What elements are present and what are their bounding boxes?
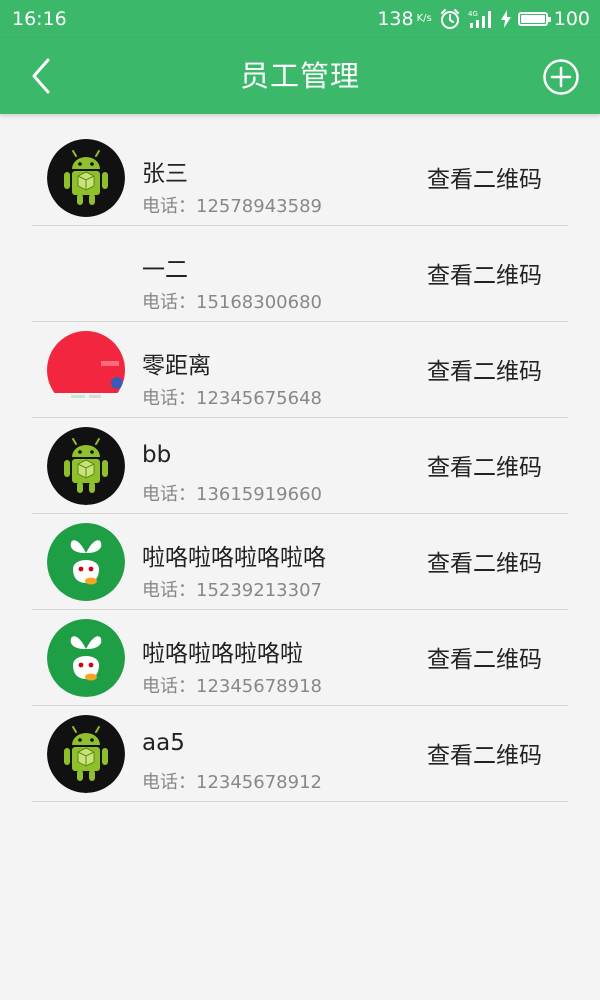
- page-title: 员工管理: [239, 59, 360, 93]
- battery-icon: [517, 12, 551, 26]
- signal-icon: 4G: [468, 9, 494, 29]
- alarm-icon: [439, 8, 461, 30]
- android-avatar: [47, 715, 125, 793]
- app-bar: 员工管理: [0, 38, 600, 114]
- employee-name: 张三: [142, 161, 188, 187]
- net-speed: 138 K/s: [377, 8, 431, 30]
- red-screenshot-avatar: [47, 331, 125, 409]
- view-qr-code-button[interactable]: 查看二维码: [427, 352, 542, 386]
- employee-row[interactable]: 张三 电话：12578943589 查看二维码: [32, 130, 568, 226]
- employee-row[interactable]: 啦咯啦咯啦咯啦咯 电话：15239213307 查看二维码: [32, 514, 568, 610]
- svg-text:4G: 4G: [468, 10, 478, 18]
- employee-phone: 电话：13615919660: [142, 484, 322, 505]
- employee-phone: 电话：15168300680: [142, 292, 322, 313]
- sprout-avatar: [47, 619, 125, 697]
- employee-name: bb: [142, 442, 172, 468]
- status-icons: 138 K/s 4G 100: [377, 8, 590, 30]
- employee-row[interactable]: 啦咯啦咯啦咯啦 电话：12345678918 查看二维码: [32, 610, 568, 706]
- net-speed-unit: K/s: [416, 13, 432, 24]
- employee-list: 张三 电话：12578943589 查看二维码 一二 电话：1516830068…: [0, 130, 600, 802]
- employee-name: 零距离: [142, 353, 211, 379]
- employee-phone: 电话：12345678912: [142, 772, 322, 793]
- sprout-avatar: [47, 523, 125, 601]
- net-speed-value: 138: [377, 8, 414, 30]
- battery-fill: [520, 15, 545, 23]
- employee-name: 啦咯啦咯啦咯啦咯: [142, 545, 326, 571]
- employee-row[interactable]: aa5 电话：12345678912 查看二维码: [32, 706, 568, 802]
- employee-name: 一二: [142, 257, 188, 283]
- employee-row[interactable]: 一二 电话：15168300680 查看二维码: [32, 226, 568, 322]
- battery-level: 100: [553, 8, 590, 30]
- view-qr-code-button[interactable]: 查看二维码: [427, 256, 542, 290]
- charging-icon: [500, 10, 511, 28]
- employee-phone: 电话：12345675648: [142, 388, 322, 409]
- android-avatar: [47, 139, 125, 217]
- view-qr-code-button[interactable]: 查看二维码: [427, 736, 542, 770]
- android-avatar: [47, 427, 125, 505]
- view-qr-code-button[interactable]: 查看二维码: [427, 544, 542, 578]
- employee-row[interactable]: bb 电话：13615919660 查看二维码: [32, 418, 568, 514]
- chevron-left-icon: [22, 58, 62, 100]
- employee-phone: 电话：15239213307: [142, 580, 322, 601]
- status-bar: 16:16 138 K/s 4G 100: [0, 0, 600, 38]
- employee-name: 啦咯啦咯啦咯啦: [142, 641, 303, 667]
- back-button[interactable]: [22, 56, 62, 96]
- employee-phone: 电话：12578943589: [142, 196, 322, 217]
- employee-row[interactable]: 零距离 电话：12345675648 查看二维码: [32, 322, 568, 418]
- employee-name: aa5: [142, 730, 185, 756]
- blank-avatar: [47, 235, 125, 313]
- battery: 100: [517, 8, 590, 30]
- employee-phone: 电话：12345678918: [142, 676, 322, 697]
- status-time: 16:16: [12, 8, 67, 30]
- view-qr-code-button[interactable]: 查看二维码: [427, 448, 542, 482]
- add-employee-button[interactable]: [542, 58, 580, 96]
- plus-circle-icon: [542, 59, 580, 100]
- view-qr-code-button[interactable]: 查看二维码: [427, 160, 542, 194]
- view-qr-code-button[interactable]: 查看二维码: [427, 640, 542, 674]
